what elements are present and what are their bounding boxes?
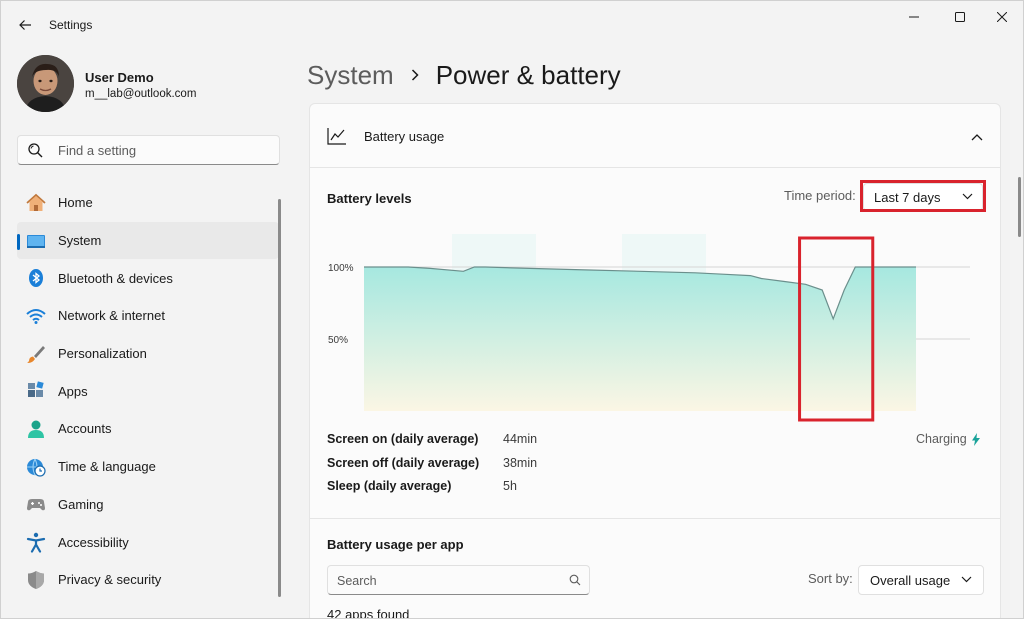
battery-levels-title: Battery levels <box>327 191 412 206</box>
sidebar-item-network[interactable]: Network & internet <box>17 297 279 335</box>
stat-value: 44min <box>503 432 538 446</box>
sidebar-item-accounts[interactable]: Accounts <box>17 410 279 448</box>
back-button[interactable] <box>11 11 39 39</box>
user-email: m__lab@outlook.com <box>85 88 197 100</box>
accessibility-icon <box>25 531 47 553</box>
person-icon <box>25 418 47 440</box>
gamepad-icon <box>25 493 47 515</box>
sidebar-item-home[interactable]: Home <box>17 184 279 222</box>
sidebar-item-label: Network & internet <box>58 308 165 324</box>
sidebar-item-label: Gaming <box>58 496 104 512</box>
sidebar-item-label: Home <box>58 195 93 211</box>
sidebar-item-personalization[interactable]: Personalization <box>17 335 279 373</box>
battery-usage-title: Battery usage <box>364 129 445 144</box>
sidebar-item-label: Apps <box>58 383 88 399</box>
wifi-icon <box>25 305 47 327</box>
sidebar-scrollbar[interactable] <box>278 199 281 597</box>
monitor-icon <box>25 230 47 252</box>
section-divider <box>310 518 1000 519</box>
title-bar: Settings <box>1 1 1023 47</box>
stat-label: Sleep (daily average) <box>327 479 452 493</box>
time-period-label: Time period: <box>784 188 856 203</box>
sort-by-value: Overall usage <box>870 573 951 588</box>
sidebar-item-privacy-security[interactable]: Privacy & security <box>17 561 279 599</box>
app-search-input[interactable] <box>337 572 557 590</box>
breadcrumb: System Power & battery <box>307 55 621 95</box>
chevron-right-icon <box>410 68 420 82</box>
y-tick-label: 50% <box>328 335 348 346</box>
sidebar-item-label: Bluetooth & devices <box>58 270 173 286</box>
sidebar-item-label: Accounts <box>58 421 112 437</box>
sidebar-item-label: Privacy & security <box>58 572 162 588</box>
apps-icon <box>25 380 47 402</box>
collapse-button[interactable] <box>966 126 988 148</box>
active-indicator <box>17 233 20 250</box>
sidebar-item-bluetooth[interactable]: Bluetooth & devices <box>17 259 279 297</box>
sidebar-item-system[interactable]: System <box>17 221 279 260</box>
y-tick-label: 100% <box>328 263 354 274</box>
sidebar-item-label: Time & language <box>58 459 156 475</box>
sidebar-item-gaming[interactable]: Gaming <box>17 486 279 524</box>
breadcrumb-parent[interactable]: System <box>307 60 394 91</box>
search-icon <box>569 574 581 586</box>
sidebar-item-label: Personalization <box>58 346 147 362</box>
app-title: Settings <box>49 18 93 32</box>
charging-legend: Charging <box>916 432 980 446</box>
search-input[interactable] <box>58 141 268 159</box>
lightning-bolt-icon <box>971 432 980 446</box>
settings-search-box[interactable] <box>17 135 280 165</box>
minimize-icon <box>909 16 919 18</box>
maximize-icon <box>955 12 965 22</box>
line-chart-icon <box>327 128 346 145</box>
sidebar-item-accessibility[interactable]: Accessibility <box>17 523 279 561</box>
app-search-box[interactable] <box>327 565 590 595</box>
stat-value: 5h <box>503 479 517 493</box>
sidebar-nav: Home System Bluetooth & devices Network … <box>17 184 279 599</box>
apps-found-count: 42 apps found <box>327 607 410 619</box>
globe-clock-icon <box>25 456 47 478</box>
battery-usage-card: Battery usage Battery levels Time period… <box>309 103 1001 619</box>
stat-label: Screen on (daily average) <box>327 432 479 446</box>
close-button[interactable] <box>979 1 1023 33</box>
brush-icon <box>25 343 47 365</box>
close-icon <box>997 12 1007 22</box>
chart-area-fill <box>364 267 916 411</box>
bluetooth-icon <box>25 267 47 289</box>
shield-icon <box>25 569 47 591</box>
battery-levels-chart: 100% 50% <box>328 234 970 422</box>
minimize-button[interactable] <box>891 1 937 33</box>
avatar <box>17 55 74 112</box>
chevron-down-icon <box>961 576 972 583</box>
charging-label: Charging <box>916 432 967 446</box>
chevron-up-icon <box>971 134 983 141</box>
user-name: User Demo <box>85 70 154 85</box>
sidebar-item-label: System <box>58 233 102 249</box>
sidebar-item-apps[interactable]: Apps <box>17 372 279 410</box>
stat-value: 38min <box>503 455 538 470</box>
search-icon <box>28 143 43 158</box>
battery-usage-header[interactable]: Battery usage <box>310 104 1000 168</box>
maximize-button[interactable] <box>937 1 983 33</box>
home-icon <box>25 192 47 214</box>
stat-label: Screen off (daily average) <box>327 455 480 470</box>
user-profile[interactable]: User Demo m__lab@outlook.com <box>17 55 287 113</box>
battery-usage-per-app-title: Battery usage per app <box>327 537 464 552</box>
back-arrow-icon <box>19 20 31 30</box>
sort-by-label: Sort by: <box>808 571 853 586</box>
avatar-image <box>17 55 74 112</box>
main-scrollbar[interactable] <box>1018 177 1021 237</box>
page-title: Power & battery <box>435 59 621 90</box>
sidebar-item-label: Accessibility <box>58 534 129 550</box>
sort-by-dropdown[interactable]: Overall usage <box>858 565 984 595</box>
sidebar-item-time-language[interactable]: Time & language <box>17 448 279 486</box>
settings-window: Settings User Demo m__lab@outlook.com Fi… <box>0 0 1024 619</box>
highlight-box-time-period <box>860 180 986 212</box>
